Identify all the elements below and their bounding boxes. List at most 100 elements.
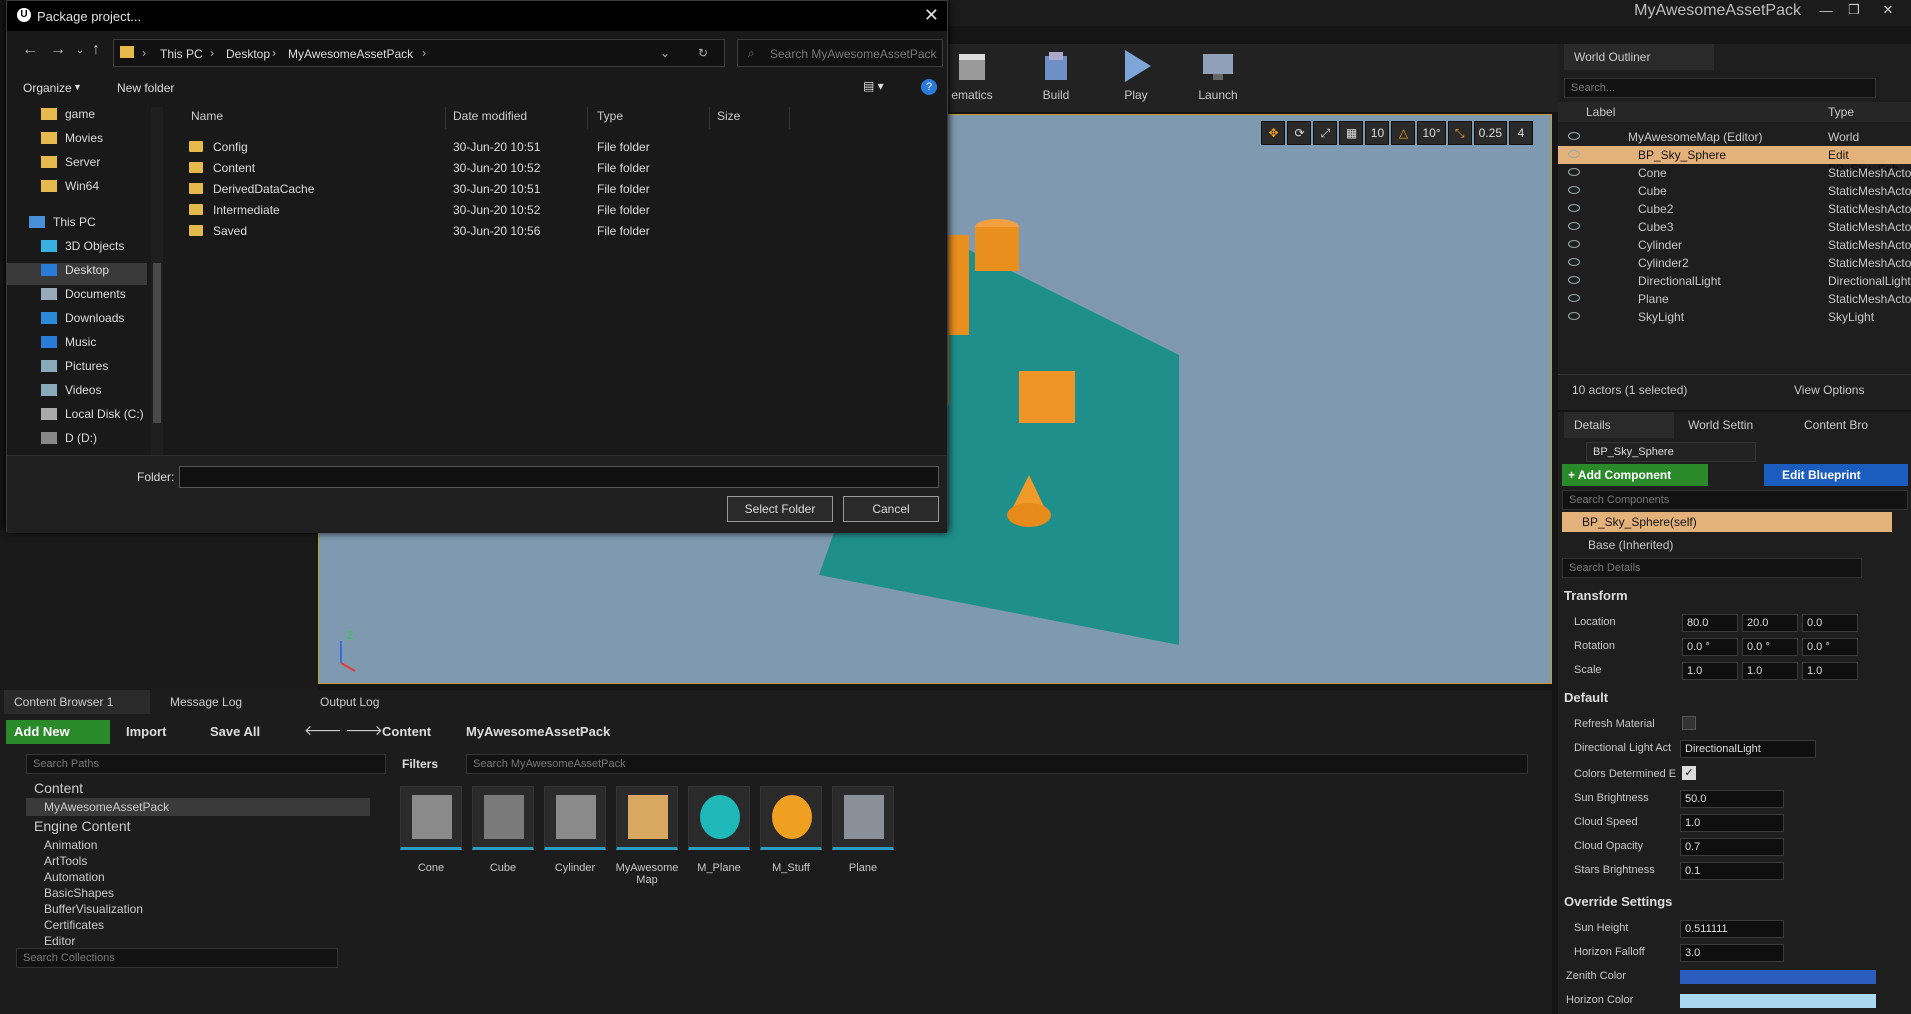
- tree-item-game[interactable]: game: [7, 107, 147, 129]
- outliner-row[interactable]: Cone StaticMeshActor: [1558, 164, 1911, 182]
- outliner-row[interactable]: Cube3 StaticMeshActor: [1558, 218, 1911, 236]
- close-icon[interactable]: ✕: [1875, 0, 1901, 20]
- tree-certificates[interactable]: Certificates: [44, 918, 104, 932]
- grid-snap-icon[interactable]: ▦: [1339, 121, 1364, 145]
- rotate-icon[interactable]: ⟳: [1287, 121, 1312, 145]
- outliner-row[interactable]: Cube StaticMeshActor: [1558, 182, 1911, 200]
- asset-tile[interactable]: [688, 786, 750, 850]
- location-y[interactable]: 20.0: [1742, 614, 1798, 632]
- column-size[interactable]: Size: [717, 109, 740, 123]
- minimize-icon[interactable]: —: [1813, 0, 1839, 20]
- launch-button[interactable]: Launch: [1186, 48, 1250, 110]
- cloud-opacity-input[interactable]: 0.7: [1680, 838, 1784, 856]
- tree-item-documents[interactable]: Documents: [7, 287, 147, 309]
- visibility-eye-icon[interactable]: [1568, 150, 1580, 158]
- save-all-button[interactable]: Save All: [210, 724, 260, 739]
- angle-snap-icon[interactable]: △: [1391, 121, 1416, 145]
- file-row[interactable]: Intermediate 30-Jun-20 10:52 File folder: [167, 200, 767, 220]
- tree-automation[interactable]: Automation: [44, 870, 105, 884]
- tree-scrollbar[interactable]: [151, 107, 163, 457]
- rotation-y[interactable]: 0.0 °: [1742, 638, 1798, 656]
- view-options-icon[interactable]: ▤ ▾: [863, 79, 884, 93]
- outliner-search-input[interactable]: Search...: [1564, 78, 1876, 98]
- outliner-row[interactable]: Cylinder StaticMeshActor: [1558, 236, 1911, 254]
- visibility-eye-icon[interactable]: [1568, 204, 1580, 212]
- tree-item-server[interactable]: Server: [7, 155, 147, 177]
- asset-tile[interactable]: [400, 786, 462, 850]
- asset-tile[interactable]: [544, 786, 606, 850]
- asset-tile[interactable]: [472, 786, 534, 850]
- angle-size[interactable]: 10°: [1417, 121, 1446, 145]
- override-settings-section[interactable]: Override Settings: [1564, 894, 1672, 909]
- tree-item-pictures[interactable]: Pictures: [7, 359, 147, 381]
- outliner-row[interactable]: BP_Sky_Sphere Edit BP_Sky_Sph: [1558, 146, 1911, 176]
- default-section[interactable]: Default: [1564, 690, 1608, 705]
- cinematics-button[interactable]: ematics: [940, 48, 1004, 110]
- asset-tile[interactable]: [832, 786, 894, 850]
- outliner-row[interactable]: DirectionalLight DirectionalLight: [1558, 272, 1911, 290]
- tree-engine-content[interactable]: Engine Content: [34, 818, 131, 834]
- zenith-color-swatch[interactable]: [1680, 970, 1876, 984]
- horizon-falloff-input[interactable]: 3.0: [1680, 944, 1784, 962]
- scale-size[interactable]: 0.25: [1473, 121, 1507, 145]
- scale-x[interactable]: 1.0: [1682, 662, 1738, 680]
- tree-project[interactable]: MyAwesomeAssetPack: [26, 798, 370, 816]
- up-icon[interactable]: ↑: [85, 41, 107, 63]
- outliner-row[interactable]: Plane StaticMeshActor: [1558, 290, 1911, 308]
- dialog-close-icon[interactable]: ✕: [924, 5, 939, 26]
- tab-world-settings[interactable]: World Settin: [1678, 412, 1790, 438]
- tree-item-d-drive[interactable]: D (D:): [7, 431, 147, 453]
- maximize-icon[interactable]: ❐: [1841, 0, 1867, 20]
- visibility-eye-icon[interactable]: [1568, 186, 1580, 194]
- column-type[interactable]: Type: [597, 109, 623, 123]
- visibility-eye-icon[interactable]: [1568, 240, 1580, 248]
- grid-size[interactable]: 10: [1365, 121, 1390, 145]
- transform-section[interactable]: Transform: [1564, 588, 1628, 603]
- horizon-color-swatch[interactable]: [1680, 994, 1876, 1008]
- camera-speed[interactable]: 4: [1509, 121, 1533, 145]
- add-component-button[interactable]: + Add Component: [1562, 464, 1708, 486]
- location-z[interactable]: 0.0: [1802, 614, 1858, 632]
- tab-message-log[interactable]: Message Log: [160, 690, 280, 714]
- tree-item-this-pc[interactable]: This PC: [7, 215, 147, 237]
- visibility-eye-icon[interactable]: [1568, 312, 1580, 320]
- folder-input[interactable]: [179, 466, 939, 488]
- file-row[interactable]: Content 30-Jun-20 10:52 File folder: [167, 158, 767, 178]
- rotation-x[interactable]: 0.0 °: [1682, 638, 1738, 656]
- actor-name-input[interactable]: BP_Sky_Sphere: [1586, 442, 1756, 462]
- colors-determined-checkbox[interactable]: ✓: [1682, 766, 1696, 780]
- sun-brightness-input[interactable]: 50.0: [1680, 790, 1784, 808]
- tree-item-local-disk[interactable]: Local Disk (C:): [7, 407, 147, 429]
- location-x[interactable]: 80.0: [1682, 614, 1738, 632]
- import-button[interactable]: Import: [126, 724, 166, 739]
- tree-item-movies[interactable]: Movies: [7, 131, 147, 153]
- forward-icon[interactable]: →: [47, 41, 69, 63]
- sun-height-input[interactable]: 0.511111: [1680, 920, 1784, 938]
- label-column[interactable]: Label: [1586, 105, 1615, 119]
- crumb-this-pc[interactable]: This PC: [160, 47, 203, 61]
- translate-icon[interactable]: ✥: [1261, 121, 1286, 145]
- back-icon[interactable]: ←: [19, 41, 41, 63]
- visibility-eye-icon[interactable]: [1568, 294, 1580, 302]
- history-nav-icon[interactable]: 🡐 🡒: [304, 722, 383, 739]
- crumb-desktop[interactable]: Desktop: [226, 47, 270, 61]
- refresh-material-checkbox[interactable]: [1682, 716, 1696, 730]
- dialog-search-input[interactable]: ⌕ Search MyAwesomeAssetPack: [737, 39, 943, 67]
- address-bar[interactable]: › This PC › Desktop › MyAwesomeAssetPack…: [113, 39, 725, 67]
- tree-buffervis[interactable]: BufferVisualization: [44, 902, 143, 916]
- tree-item-downloads[interactable]: Downloads: [7, 311, 147, 333]
- file-row[interactable]: DerivedDataCache 30-Jun-20 10:51 File fold…: [167, 179, 767, 199]
- path-crumb-project[interactable]: MyAwesomeAssetPack: [466, 724, 610, 739]
- file-row[interactable]: Saved 30-Jun-20 10:56 File folder: [167, 221, 767, 241]
- tree-item-music[interactable]: Music: [7, 335, 147, 357]
- build-button[interactable]: Build: [1024, 48, 1088, 110]
- asset-tile[interactable]: [760, 786, 822, 850]
- self-component-row[interactable]: BP_Sky_Sphere(self): [1562, 512, 1892, 532]
- filters-button[interactable]: Filters: [400, 754, 458, 774]
- column-name[interactable]: Name: [191, 109, 223, 123]
- tree-basicshapes[interactable]: BasicShapes: [44, 886, 114, 900]
- refresh-icon[interactable]: ↻: [698, 46, 708, 60]
- crumb-project[interactable]: MyAwesomeAssetPack: [288, 47, 413, 61]
- path-crumb-content[interactable]: Content: [382, 724, 431, 739]
- outliner-row[interactable]: MyAwesomeMap (Editor) World: [1558, 128, 1911, 146]
